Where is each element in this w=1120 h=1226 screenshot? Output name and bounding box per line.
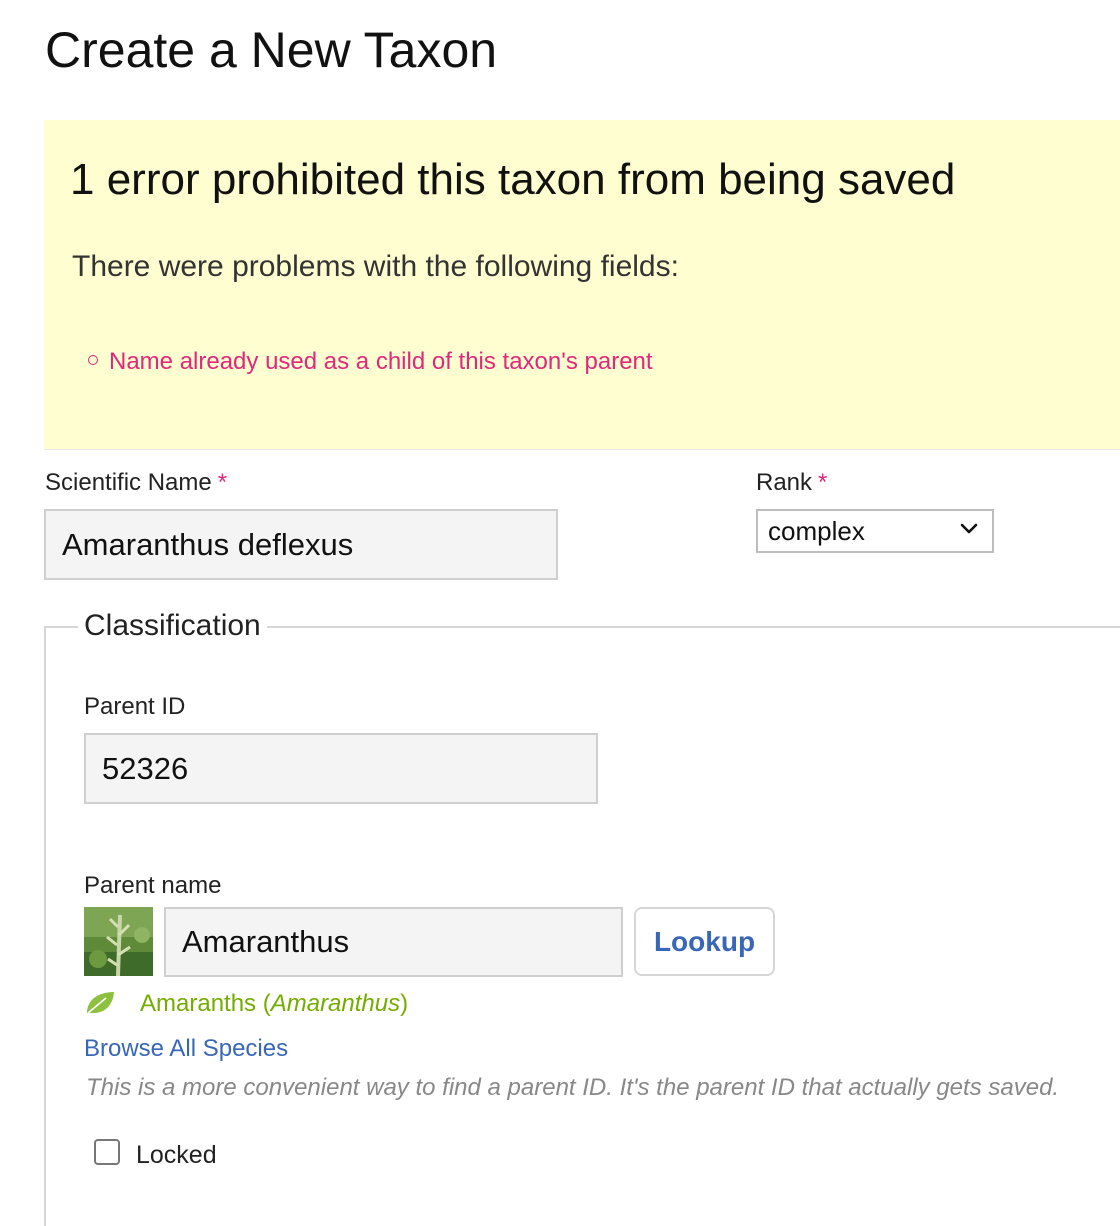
taxon-common-name: Amaranths (: [140, 990, 271, 1017]
plant-leaf-icon: [87, 991, 114, 1014]
rank-label: Rank *: [756, 468, 827, 498]
scientific-name-label-text: Scientific Name: [45, 469, 212, 496]
error-message: Name already used as a child of this tax…: [109, 348, 653, 375]
taxon-scientific-name: Amaranthus: [270, 990, 401, 1017]
parent-hint-text: This is a more convenient way to find a …: [86, 1074, 1060, 1101]
divider: [44, 449, 1120, 450]
parent-id-label: Parent ID: [84, 693, 186, 720]
error-heading: 1 error prohibited this taxon from being…: [70, 155, 956, 204]
lookup-button[interactable]: Lookup: [634, 907, 775, 976]
error-list-item: Name already used as a child of this tax…: [88, 345, 653, 379]
scientific-name-label: Scientific Name *: [45, 468, 227, 498]
taxon-photo-thumbnail: [84, 907, 153, 976]
parent-name-input[interactable]: [164, 907, 623, 977]
bullet-icon: [88, 354, 98, 365]
classification-legend: Classification: [78, 608, 267, 644]
parent-name-label: Parent name: [84, 872, 222, 899]
rank-select[interactable]: complex: [756, 509, 994, 553]
browse-all-species-link[interactable]: Browse All Species: [84, 1033, 288, 1065]
page-title: Create a New Taxon: [45, 22, 498, 78]
locked-checkbox[interactable]: [94, 1139, 120, 1165]
locked-label[interactable]: Locked: [136, 1139, 217, 1171]
taxon-close-paren: ): [400, 990, 409, 1017]
required-marker: *: [818, 469, 828, 496]
rank-selected-value: complex: [768, 516, 865, 546]
selected-taxon[interactable]: Amaranths (Amaranthus): [84, 988, 408, 1020]
parent-id-input[interactable]: [84, 733, 598, 804]
chevron-down-icon: [960, 523, 978, 534]
rank-label-text: Rank: [756, 469, 813, 496]
scientific-name-input[interactable]: [44, 509, 558, 580]
error-intro: There were problems with the following f…: [72, 250, 679, 283]
required-marker: *: [217, 469, 228, 496]
